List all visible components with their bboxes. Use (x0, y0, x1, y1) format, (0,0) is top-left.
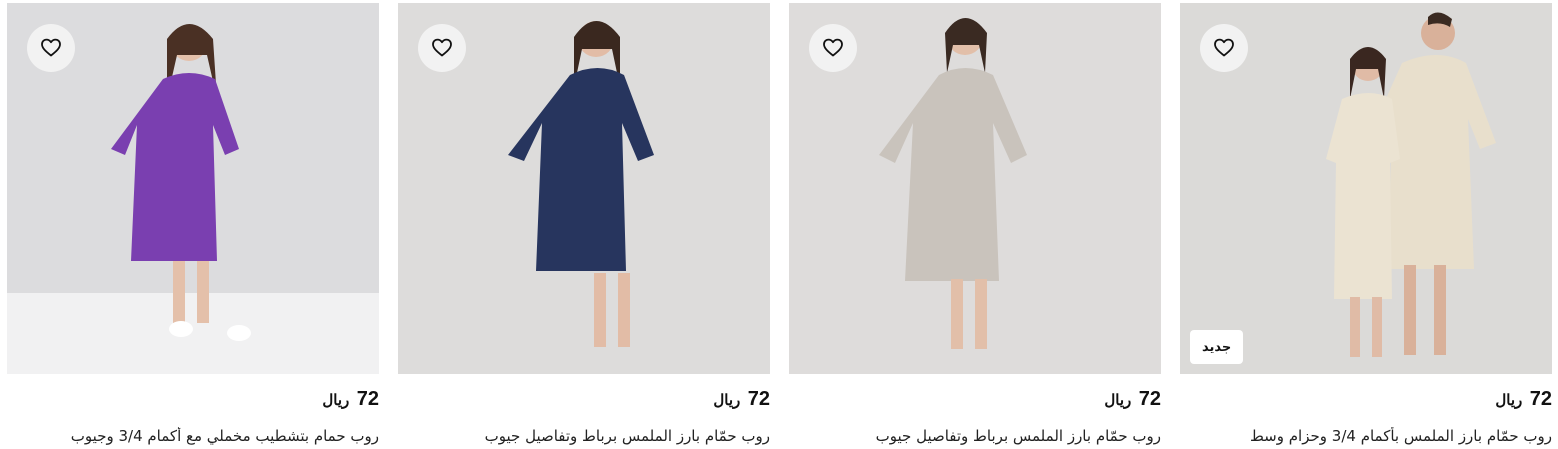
product-price: 72 ريال (322, 388, 379, 411)
favorite-button[interactable] (1200, 24, 1248, 72)
favorite-button[interactable] (27, 24, 75, 72)
price-amount: 72 (1138, 388, 1161, 410)
product-price: 72 ريال (1104, 388, 1161, 411)
product-card[interactable]: 72 ريال روب حمام بتشطيب مخملي مع أكمام 3… (7, 3, 379, 449)
heart-icon (430, 35, 454, 62)
price-amount: 72 (1529, 388, 1552, 410)
price-currency: ريال (1495, 392, 1523, 409)
product-price: 72 ريال (713, 388, 770, 411)
price-amount: 72 (747, 388, 770, 410)
product-grid: جديد 72 ريال روب حمّام بارز الملمس بأكما… (0, 0, 1558, 449)
favorite-button[interactable] (418, 24, 466, 72)
heart-icon (1212, 35, 1236, 62)
product-card[interactable]: جديد 72 ريال روب حمّام بارز الملمس بأكما… (1180, 3, 1552, 449)
price-currency: ريال (713, 392, 741, 409)
product-card[interactable]: 72 ريال روب حمّام بارز الملمس برباط وتفا… (398, 3, 770, 449)
product-title[interactable]: روب حمّام بارز الملمس برباط وتفاصيل جيوب (398, 427, 770, 445)
heart-icon (821, 35, 845, 62)
favorite-button[interactable] (809, 24, 857, 72)
price-currency: ريال (322, 392, 350, 409)
heart-icon (39, 35, 63, 62)
price-amount: 72 (356, 388, 379, 410)
product-title[interactable]: روب حمّام بارز الملمس بأكمام 3/4 وحزام و… (1180, 427, 1552, 445)
product-title[interactable]: روب حمّام بارز الملمس برباط وتفاصيل جيوب (789, 427, 1161, 445)
product-card[interactable]: 72 ريال روب حمّام بارز الملمس برباط وتفا… (789, 3, 1161, 449)
price-currency: ريال (1104, 392, 1132, 409)
new-badge: جديد (1190, 330, 1244, 364)
product-title[interactable]: روب حمام بتشطيب مخملي مع أكمام 3/4 وجيوب (7, 427, 379, 445)
product-price: 72 ريال (1495, 388, 1552, 411)
